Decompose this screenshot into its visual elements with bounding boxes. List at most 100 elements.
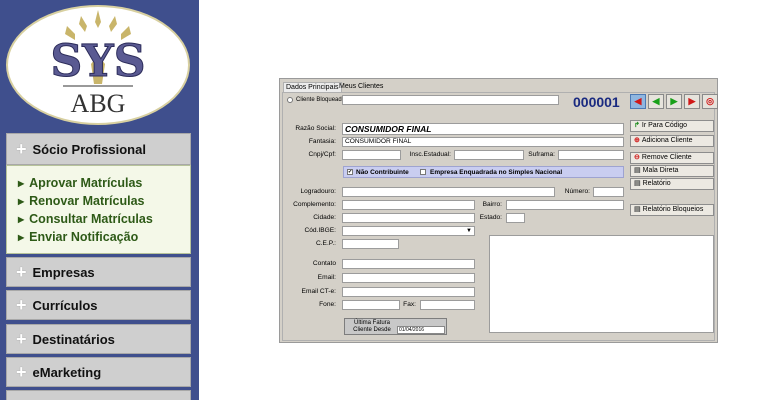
button-label: Remove Cliente	[641, 154, 692, 161]
next-record-button[interactable]: ▶	[666, 94, 682, 109]
simples-nacional-label: Empresa Enquadrada no Simples Nacional	[430, 169, 563, 176]
report-icon: ▤	[634, 180, 641, 187]
contato-field[interactable]	[342, 259, 475, 269]
logo-text-bottom: ABG	[71, 89, 126, 118]
numero-label: Número:	[564, 188, 590, 195]
add-icon: ⊕	[634, 137, 640, 144]
ir-para-codigo-button[interactable]: ↱ Ir Para Código	[630, 120, 714, 132]
submenu-item-renovar[interactable]: ▶ Renovar Matrículas	[7, 192, 190, 210]
menu-label: Empresas	[32, 264, 95, 280]
fantasia-label: Fantasia:	[308, 138, 336, 145]
estado-field[interactable]	[506, 213, 525, 223]
insc-estadual-field[interactable]	[454, 150, 524, 160]
fax-field[interactable]	[420, 300, 475, 310]
triangle-right-icon: ▶	[18, 232, 25, 242]
fantasia-field[interactable]: CONSUMIDOR FINAL	[342, 137, 624, 147]
button-label: Mala Direta	[642, 167, 679, 174]
complemento-label: Complemento:	[293, 201, 336, 208]
remove-icon: ⊖	[634, 154, 640, 161]
button-label: Ir Para Código	[641, 122, 688, 129]
cep-field[interactable]	[342, 239, 399, 249]
numero-field[interactable]	[593, 187, 624, 197]
cliente-desde-label: Cliente Desde	[353, 327, 391, 333]
adiciona-cliente-button[interactable]: ⊕ Adiciona Cliente	[630, 135, 714, 147]
simples-nacional-checkbox[interactable]	[420, 169, 426, 175]
sidebar: SYS ABG + Sócio Profissional ▶ Aprovar Ma…	[0, 0, 199, 400]
menu-emarketing[interactable]: + eMarketing	[6, 357, 191, 387]
logradouro-field[interactable]	[342, 187, 555, 197]
plus-icon: +	[16, 295, 27, 315]
arrow-right-icon: ▶	[688, 96, 696, 106]
submenu-item-enviar[interactable]: ▶ Enviar Notificação	[7, 228, 190, 246]
tab-dados-principais[interactable]: Dados Principais	[283, 82, 342, 92]
menu-label: eMarketing	[32, 364, 102, 380]
razao-social-label: Razão Social:	[295, 125, 336, 132]
refresh-button[interactable]: ◎	[702, 94, 718, 109]
cliente-bloqueado-radio[interactable]	[287, 97, 293, 103]
arrow-left-icon: ◀	[652, 96, 660, 106]
go-arrow-icon: ↱	[634, 122, 640, 129]
cidade-field[interactable]	[342, 213, 475, 223]
submenu-label: Aprovar Matrículas	[29, 176, 143, 190]
sys-abg-logo: SYS ABG	[6, 5, 190, 125]
refresh-icon: ◎	[706, 96, 714, 106]
plus-icon: +	[16, 329, 27, 349]
ultima-fatura-box: Última Fatura Cliente Desde 01/04/2016	[344, 318, 447, 335]
menu-socio-profissional[interactable]: + Sócio Profissional	[6, 133, 191, 165]
tax-options-bar: ✔ Não Contribuinte Empresa Enquadrada no…	[343, 166, 624, 178]
complemento-field[interactable]	[342, 200, 475, 210]
relatorio-button[interactable]: ▤ Relatório	[630, 178, 714, 190]
suframa-field[interactable]	[558, 150, 624, 160]
plus-icon: +	[16, 139, 27, 159]
client-form-window: Dados Principais Meus Clientes Cliente B…	[279, 78, 718, 343]
menu-more[interactable]	[6, 390, 191, 400]
nao-contribuinte-label: Não Contribuinte	[356, 169, 409, 176]
first-record-button[interactable]: ◀	[630, 94, 646, 109]
bairro-field[interactable]	[506, 200, 624, 210]
cliente-bloqueado-field[interactable]	[342, 95, 559, 105]
form-panel: Cliente Bloqueado: 000001 ◀ ◀ ▶ ▶ ◎ ↱ Ir …	[282, 92, 718, 341]
prev-record-button[interactable]: ◀	[648, 94, 664, 109]
cidade-label: Cidade:	[313, 214, 336, 221]
last-record-button[interactable]: ▶	[684, 94, 700, 109]
nao-contribuinte-checkbox[interactable]: ✔	[347, 169, 353, 175]
email-cte-label: Email CT-e:	[301, 288, 336, 295]
triangle-right-icon: ▶	[18, 196, 25, 206]
menu-label: Sócio Profissional	[32, 141, 146, 157]
button-label: Adiciona Cliente	[641, 137, 693, 144]
button-label: Relatório	[642, 180, 671, 187]
fax-label: Fax:	[403, 301, 416, 308]
plus-icon: +	[16, 362, 27, 382]
plus-icon: +	[16, 262, 27, 282]
menu-curriculos[interactable]: + Currículos	[6, 290, 191, 320]
insc-estadual-label: Insc.Estadual:	[409, 151, 451, 158]
cod-ibge-label: Cód.IBGE:	[304, 227, 336, 234]
mail-icon: ▤	[634, 167, 641, 174]
record-number: 000001	[573, 94, 620, 110]
razao-social-field[interactable]: CONSUMIDOR FINAL	[342, 123, 624, 135]
suframa-label: Suframa:	[528, 151, 555, 158]
menu-empresas[interactable]: + Empresas	[6, 257, 191, 287]
submenu-item-consultar[interactable]: ▶ Consultar Matrículas	[7, 210, 190, 228]
submenu-item-aprovar[interactable]: ▶ Aprovar Matrículas	[7, 174, 190, 192]
tab-meus-clientes[interactable]: Meus Clientes	[337, 82, 385, 92]
logradouro-label: Logradouro:	[300, 188, 336, 195]
email-field[interactable]	[342, 273, 475, 283]
observacoes-memo[interactable]	[489, 235, 714, 333]
relatorio-bloqueios-button[interactable]: ▤ Relatório Bloqueios	[630, 204, 714, 216]
cod-ibge-select[interactable]: ▼	[342, 226, 475, 236]
cnpj-cpf-field[interactable]	[342, 150, 401, 160]
email-cte-field[interactable]	[342, 287, 475, 297]
menu-destinatarios[interactable]: + Destinatários	[6, 324, 191, 354]
triangle-right-icon: ▶	[18, 178, 25, 188]
mala-direta-button[interactable]: ▤ Mala Direta	[630, 165, 714, 177]
menu-label: Destinatários	[32, 331, 115, 347]
chevron-down-icon: ▼	[466, 228, 472, 234]
fone-field[interactable]	[342, 300, 400, 310]
bairro-label: Bairro:	[482, 201, 502, 208]
triangle-right-icon: ▶	[18, 214, 25, 224]
menu-label: Currículos	[32, 297, 98, 313]
socio-submenu: ▶ Aprovar Matrículas ▶ Renovar Matrículas …	[6, 165, 191, 254]
fone-label: Fone:	[319, 301, 336, 308]
remove-cliente-button[interactable]: ⊖ Remove Cliente	[630, 152, 714, 164]
